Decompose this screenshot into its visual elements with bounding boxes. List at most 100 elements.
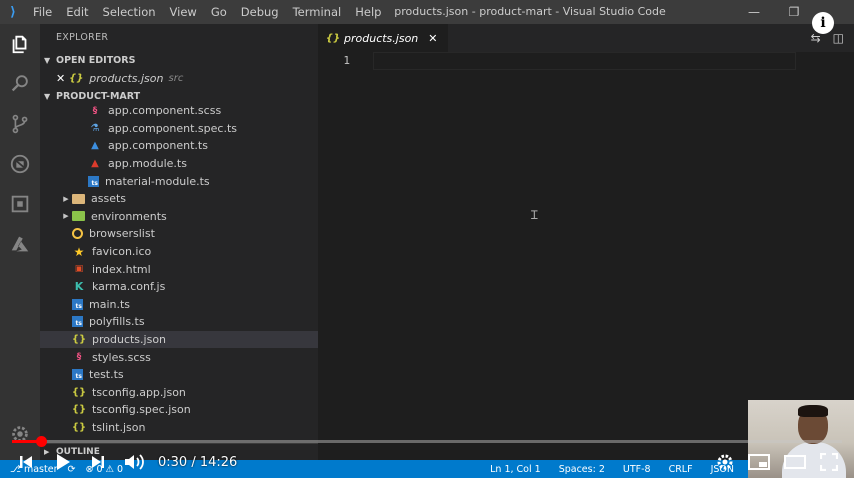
json-file-icon: {} <box>71 421 87 433</box>
tree-item-label: environments <box>91 209 167 223</box>
next-icon[interactable] <box>90 454 106 470</box>
title-bar: ⟩ File Edit Selection View Go Debug Terminal He… <box>0 0 854 24</box>
folder-file-icon <box>72 211 85 222</box>
debug-icon[interactable] <box>0 144 40 184</box>
tree-item[interactable]: {} tsconfig.app.json <box>40 384 318 402</box>
tree-item-label: app.module.ts <box>108 157 187 171</box>
ts-file-icon: ts <box>72 369 83 381</box>
tree-item[interactable]: {} products.json <box>40 330 318 349</box>
tree-item[interactable]: ts material-module.ts <box>40 172 318 190</box>
menu-item-go[interactable]: Go <box>204 0 234 24</box>
folder-file-icon <box>72 193 85 204</box>
karma-file-icon: K <box>74 280 84 294</box>
menu-item-view[interactable]: View <box>163 0 204 24</box>
editor-area: {} products.json ✕ ⇆ ◫ 1 Ɪ <box>318 24 854 460</box>
minimize-icon[interactable]: — <box>734 5 774 19</box>
tree-item-label: karma.conf.js <box>92 280 166 294</box>
close-tab-icon[interactable]: ✕ <box>428 32 437 45</box>
video-timecode: 0:30 / 14:26 <box>158 454 238 470</box>
chevron-down-icon: ▼ <box>44 92 51 101</box>
open-editor-name: products.json <box>89 72 164 85</box>
open-editors-header[interactable]: ▼ OPEN EDITORS <box>40 52 318 70</box>
azure-icon[interactable] <box>0 224 40 264</box>
chevron-right-icon: ▶ <box>63 212 69 221</box>
tree-item[interactable]: ★ favicon.ico <box>40 243 318 261</box>
tree-item-label: styles.scss <box>92 350 151 364</box>
json-file-icon: {} <box>71 334 87 346</box>
line-number-gutter: 1 <box>318 52 370 70</box>
tree-item-label: tsconfig.spec.json <box>92 403 191 417</box>
info-icon[interactable]: i <box>812 12 834 34</box>
line-number: 1 <box>343 54 350 67</box>
video-controls: 0:30 / 14:26 <box>0 448 854 476</box>
video-scrubber-handle[interactable] <box>36 436 48 447</box>
tree-item[interactable]: ▣ index.html <box>40 260 318 278</box>
scss-file-icon: § <box>92 105 98 116</box>
tree-item-label: test.ts <box>89 368 124 382</box>
file-tree: § app.component.scss ⚗ app.component.spec.t… <box>40 102 318 436</box>
tree-item-label: index.html <box>92 262 151 276</box>
miniplayer-icon[interactable] <box>748 454 770 470</box>
tree-item-label: app.component.ts <box>108 139 208 153</box>
settings-gear-icon[interactable] <box>716 453 734 471</box>
extensions-icon[interactable] <box>0 184 40 224</box>
menu-bar: File Edit Selection View Go Debug Terminal Help <box>26 0 388 24</box>
previous-icon[interactable] <box>18 454 34 470</box>
files-icon[interactable] <box>0 24 40 64</box>
chevron-right-icon: ▶ <box>63 194 69 203</box>
tree-item[interactable]: Kkarma.conf.js <box>40 278 318 296</box>
ts-file-icon: ts <box>72 316 83 328</box>
tree-item-label: main.ts <box>89 297 131 311</box>
tree-item[interactable]: ▲ app.component.ts <box>40 137 318 155</box>
window-title: products.json - product-mart - Visual St… <box>394 5 666 18</box>
menu-item-debug[interactable]: Debug <box>234 0 286 24</box>
tree-item-label: assets <box>91 192 127 206</box>
current-line-highlight <box>373 52 796 70</box>
tree-item[interactable]: {} tsconfig.spec.json <box>40 401 318 419</box>
tree-item-label: polyfills.ts <box>89 315 145 329</box>
menu-item-selection[interactable]: Selection <box>96 0 163 24</box>
tree-item[interactable]: browserslist <box>40 225 318 243</box>
menu-item-file[interactable]: File <box>26 0 59 24</box>
play-icon[interactable] <box>54 453 72 471</box>
ang-b-file-icon: ▲ <box>91 140 99 152</box>
tree-item[interactable]: ⚗ app.component.spec.ts <box>40 120 318 138</box>
close-icon[interactable]: ✕ <box>56 70 65 88</box>
json-file-icon: {} <box>69 73 84 84</box>
tree-item-label: tslint.json <box>92 420 146 434</box>
tree-item-label: favicon.ico <box>92 245 152 259</box>
tree-item[interactable]: {} tslint.json <box>40 419 318 437</box>
menu-item-terminal[interactable]: Terminal <box>286 0 349 24</box>
tree-item[interactable]: ts main.ts <box>40 296 318 314</box>
fullscreen-icon[interactable] <box>820 453 838 471</box>
tree-item[interactable]: ▶ environments <box>40 208 318 226</box>
json-file-icon: {} <box>71 386 87 398</box>
tree-item-label: products.json <box>92 333 167 347</box>
tab-bar: {} products.json ✕ ⇆ ◫ <box>318 24 854 52</box>
menu-item-edit[interactable]: Edit <box>59 0 95 24</box>
tree-item[interactable]: ▲ app.module.ts <box>40 155 318 173</box>
tab-products-json[interactable]: {} products.json ✕ <box>318 24 448 52</box>
tree-item[interactable]: ts test.ts <box>40 366 318 384</box>
presenter-hair <box>798 405 828 417</box>
tree-item[interactable]: § styles.scss <box>40 348 318 366</box>
flask-file-icon: ⚗ <box>90 122 100 134</box>
tree-item-label: material-module.ts <box>105 174 210 188</box>
split-editor-icon[interactable]: ◫ <box>833 31 844 45</box>
search-icon[interactable] <box>0 64 40 104</box>
tree-item[interactable]: ▶ assets <box>40 190 318 208</box>
json-file-icon: {} <box>71 404 87 416</box>
open-editor-item[interactable]: ✕ {} products.json src <box>40 70 318 88</box>
volume-icon[interactable] <box>124 453 146 471</box>
open-editors-label: OPEN EDITORS <box>56 55 136 66</box>
html-file-icon: ▣ <box>74 264 84 275</box>
source-control-icon[interactable] <box>0 104 40 144</box>
tab-label: products.json <box>344 31 419 45</box>
maximize-icon[interactable]: ❐ <box>774 5 814 19</box>
tree-item[interactable]: ts polyfills.ts <box>40 313 318 331</box>
activity-bar <box>0 24 40 460</box>
video-progress-bar[interactable] <box>12 436 842 447</box>
explorer-title: EXPLORER <box>56 32 109 43</box>
open-editor-desc: src <box>168 73 184 84</box>
theater-mode-icon[interactable] <box>784 455 806 469</box>
